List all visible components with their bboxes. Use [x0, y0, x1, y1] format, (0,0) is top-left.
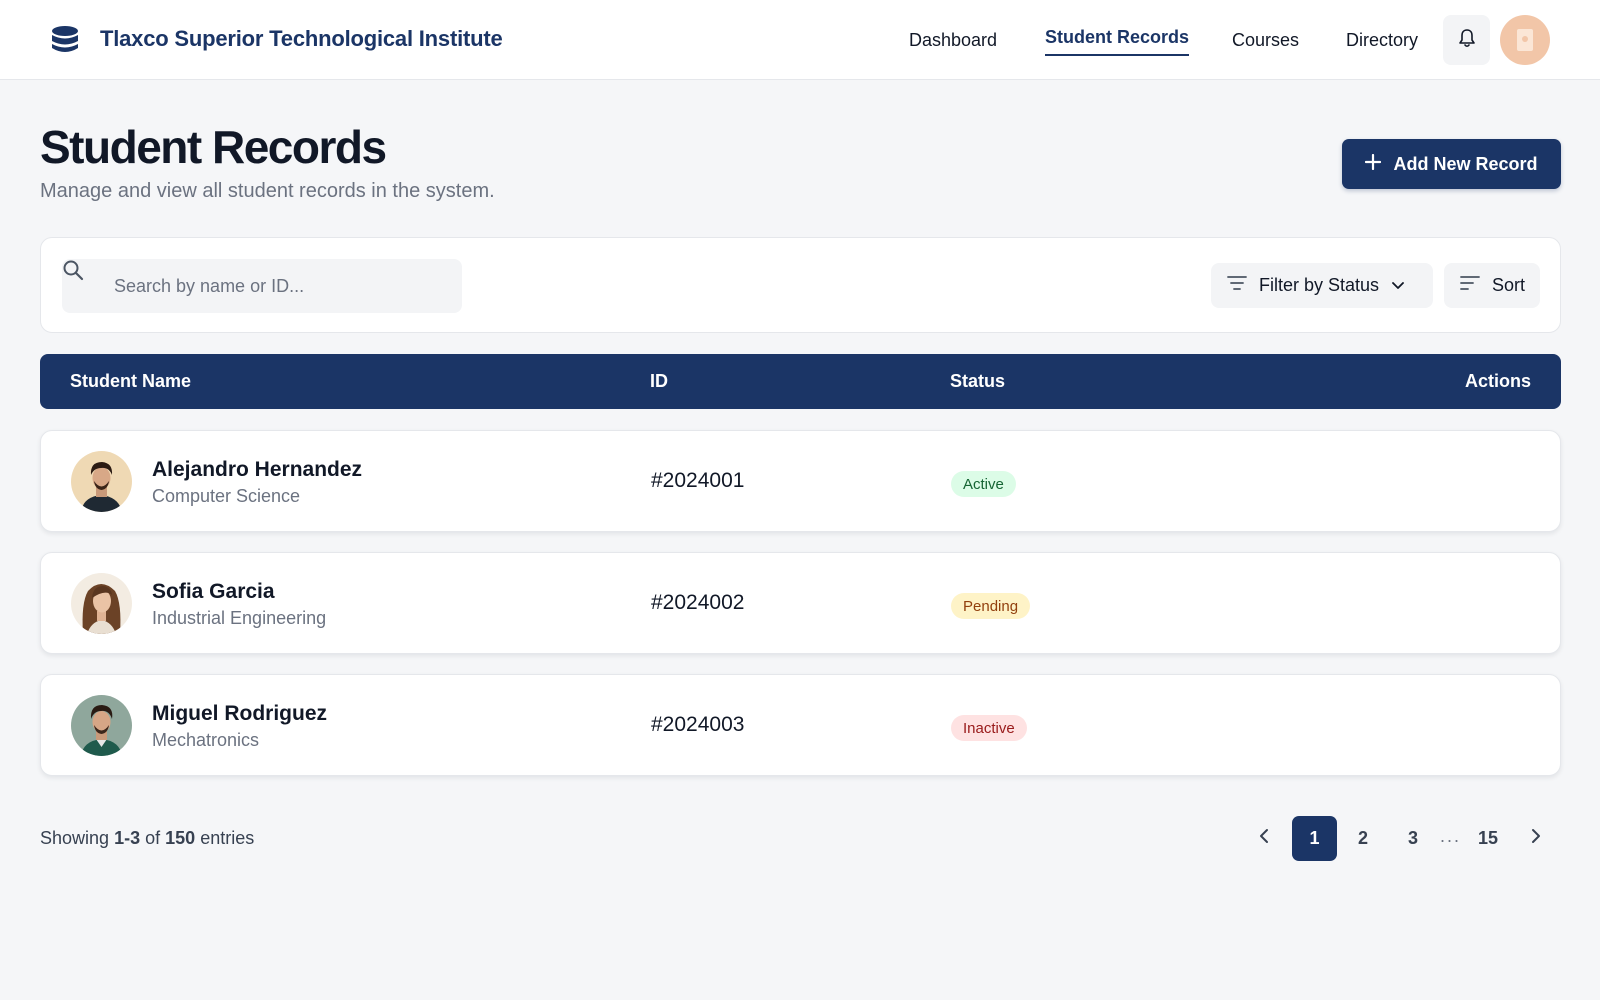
student-avatar: [71, 695, 132, 756]
student-name[interactable]: Alejandro Hernandez: [152, 458, 362, 482]
entries-summary: Showing 1-3 of 150 entries: [40, 828, 254, 849]
sort-icon: [1460, 275, 1480, 296]
page-2-button[interactable]: 2: [1348, 816, 1378, 861]
chevron-left-icon: [1259, 828, 1269, 849]
user-avatar[interactable]: [1500, 15, 1550, 65]
user-placeholder-icon: [1517, 29, 1533, 51]
student-name[interactable]: Sofia Garcia: [152, 580, 275, 604]
chevron-right-icon: [1531, 828, 1541, 849]
filter-icon: [1227, 275, 1247, 296]
pagination-ellipsis: ...: [1440, 826, 1462, 846]
student-id: #2024002: [651, 591, 745, 614]
student-department: Mechatronics: [152, 730, 260, 750]
add-new-record-button[interactable]: Add New Record: [1342, 139, 1561, 189]
table-header: Student Name ID Status Actions: [40, 354, 1561, 409]
institute-name[interactable]: Tlaxco Superior Technological Institute: [100, 26, 503, 52]
status-badge-pending: Pending: [951, 593, 1031, 619]
page-15-button[interactable]: 15: [1472, 816, 1504, 861]
column-header-status[interactable]: Status: [950, 371, 1005, 392]
status-badge-inactive: Inactive: [951, 715, 1027, 741]
showing-prefix: Showing: [40, 828, 110, 848]
column-header-student-name[interactable]: Student Name: [70, 371, 191, 392]
page-3-button[interactable]: 3: [1398, 816, 1428, 861]
bell-icon: [1458, 28, 1476, 53]
chevron-down-icon: [1391, 275, 1405, 296]
search-filter-toolbar: Filter by Status Sort: [40, 237, 1561, 333]
student-department: Industrial Engineering: [152, 608, 327, 628]
nav-directory[interactable]: Directory: [1346, 30, 1418, 51]
search-box[interactable]: [62, 259, 462, 313]
student-id: #2024001: [651, 469, 745, 492]
table-row[interactable]: Miguel Rodriguez Mechatronics #2024003 I…: [40, 674, 1561, 776]
column-header-actions: Actions: [1464, 371, 1531, 391]
nav-dashboard[interactable]: Dashboard: [909, 30, 997, 51]
entries-range: 1-3: [114, 828, 141, 848]
student-avatar: [71, 451, 132, 512]
add-new-record-label: Add New Record: [1393, 153, 1538, 174]
top-navigation-bar: Tlaxco Superior Technological Institute …: [0, 0, 1600, 80]
sort-button[interactable]: Sort: [1444, 263, 1540, 308]
table-row[interactable]: Sofia Garcia Industrial Engineering #202…: [40, 552, 1561, 654]
column-header-id[interactable]: ID: [650, 371, 668, 392]
filter-by-status-dropdown[interactable]: Filter by Status: [1211, 263, 1433, 308]
page-subtitle: Manage and view all student records in t…: [40, 180, 495, 202]
status-badge-active: Active: [951, 471, 1016, 497]
table-row[interactable]: Alejandro Hernandez Computer Science #20…: [40, 430, 1561, 532]
nav-courses[interactable]: Courses: [1232, 30, 1299, 51]
plus-icon: [1365, 153, 1382, 175]
entries-of-word: of: [145, 828, 161, 848]
page-title: Student Records: [40, 121, 387, 173]
page-1-button[interactable]: 1: [1292, 816, 1337, 861]
nav-student-records[interactable]: Student Records: [1045, 27, 1190, 56]
search-input[interactable]: [114, 259, 454, 313]
next-page-button[interactable]: [1522, 816, 1550, 861]
filter-by-status-label: Filter by Status: [1259, 275, 1380, 295]
student-avatar: [71, 573, 132, 634]
database-stack-icon[interactable]: [50, 26, 80, 54]
student-name[interactable]: Miguel Rodriguez: [152, 702, 327, 726]
entries-total: 150: [165, 828, 196, 848]
student-id: #2024003: [651, 713, 745, 736]
notifications-button[interactable]: [1443, 15, 1490, 65]
student-department: Computer Science: [152, 486, 301, 506]
previous-page-button[interactable]: [1250, 816, 1278, 861]
entries-word: entries: [200, 828, 255, 848]
sort-label: Sort: [1492, 275, 1526, 295]
